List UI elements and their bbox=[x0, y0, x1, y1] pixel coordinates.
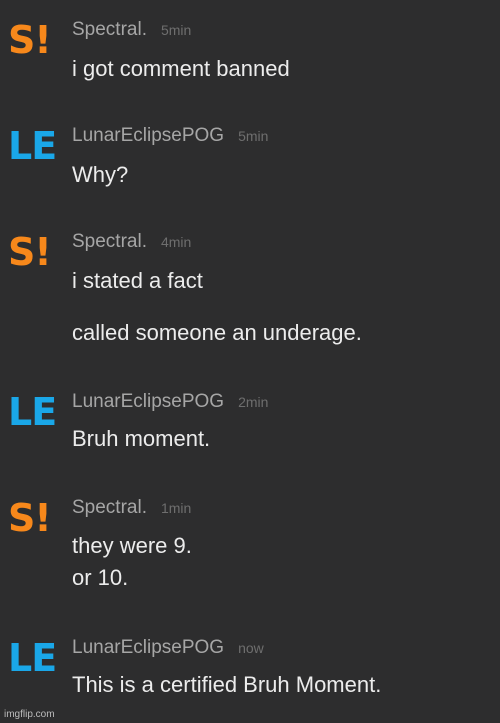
username[interactable]: LunarEclipsePOG bbox=[72, 391, 224, 412]
username[interactable]: Spectral. bbox=[72, 231, 147, 252]
avatar[interactable]: S! bbox=[8, 496, 58, 540]
message-text: Why? bbox=[72, 162, 129, 187]
message-header: Spectral. 1min bbox=[72, 496, 191, 520]
message-text: i got comment banned bbox=[72, 56, 290, 81]
message-text: or 10. bbox=[72, 565, 129, 590]
avatar[interactable]: LE bbox=[8, 390, 58, 434]
timestamp: now bbox=[238, 640, 264, 656]
message-header: LunarEclipsePOG 5min bbox=[72, 124, 268, 148]
message-header: LunarEclipsePOG now bbox=[72, 636, 264, 660]
message-header: LunarEclipsePOG 2min bbox=[72, 390, 268, 414]
avatar[interactable]: LE bbox=[8, 636, 58, 680]
watermark: imgflip.com bbox=[4, 709, 55, 720]
message-text: Bruh moment. bbox=[72, 426, 211, 451]
timestamp: 5min bbox=[160, 22, 192, 38]
timestamp: 4min bbox=[160, 234, 192, 250]
username[interactable]: LunarEclipsePOG bbox=[72, 637, 224, 658]
timestamp: 2min bbox=[238, 394, 269, 410]
avatar[interactable]: LE bbox=[8, 124, 58, 168]
message-text: called someone an underage. bbox=[72, 320, 362, 345]
message-text: they were 9. bbox=[72, 533, 192, 558]
timestamp: 5min bbox=[238, 128, 269, 144]
username[interactable]: Spectral. bbox=[72, 497, 147, 518]
timestamp: 1min bbox=[160, 500, 192, 516]
avatar[interactable]: S! bbox=[8, 230, 58, 274]
avatar[interactable]: S! bbox=[8, 18, 58, 62]
message-header: Spectral. 4min bbox=[72, 230, 191, 254]
username[interactable]: Spectral. bbox=[72, 19, 147, 40]
message-text: This is a certified Bruh Moment. bbox=[72, 672, 382, 697]
username[interactable]: LunarEclipsePOG bbox=[72, 125, 224, 146]
message-text: i stated a fact bbox=[72, 268, 203, 293]
message-header: Spectral. 5min bbox=[72, 18, 191, 42]
